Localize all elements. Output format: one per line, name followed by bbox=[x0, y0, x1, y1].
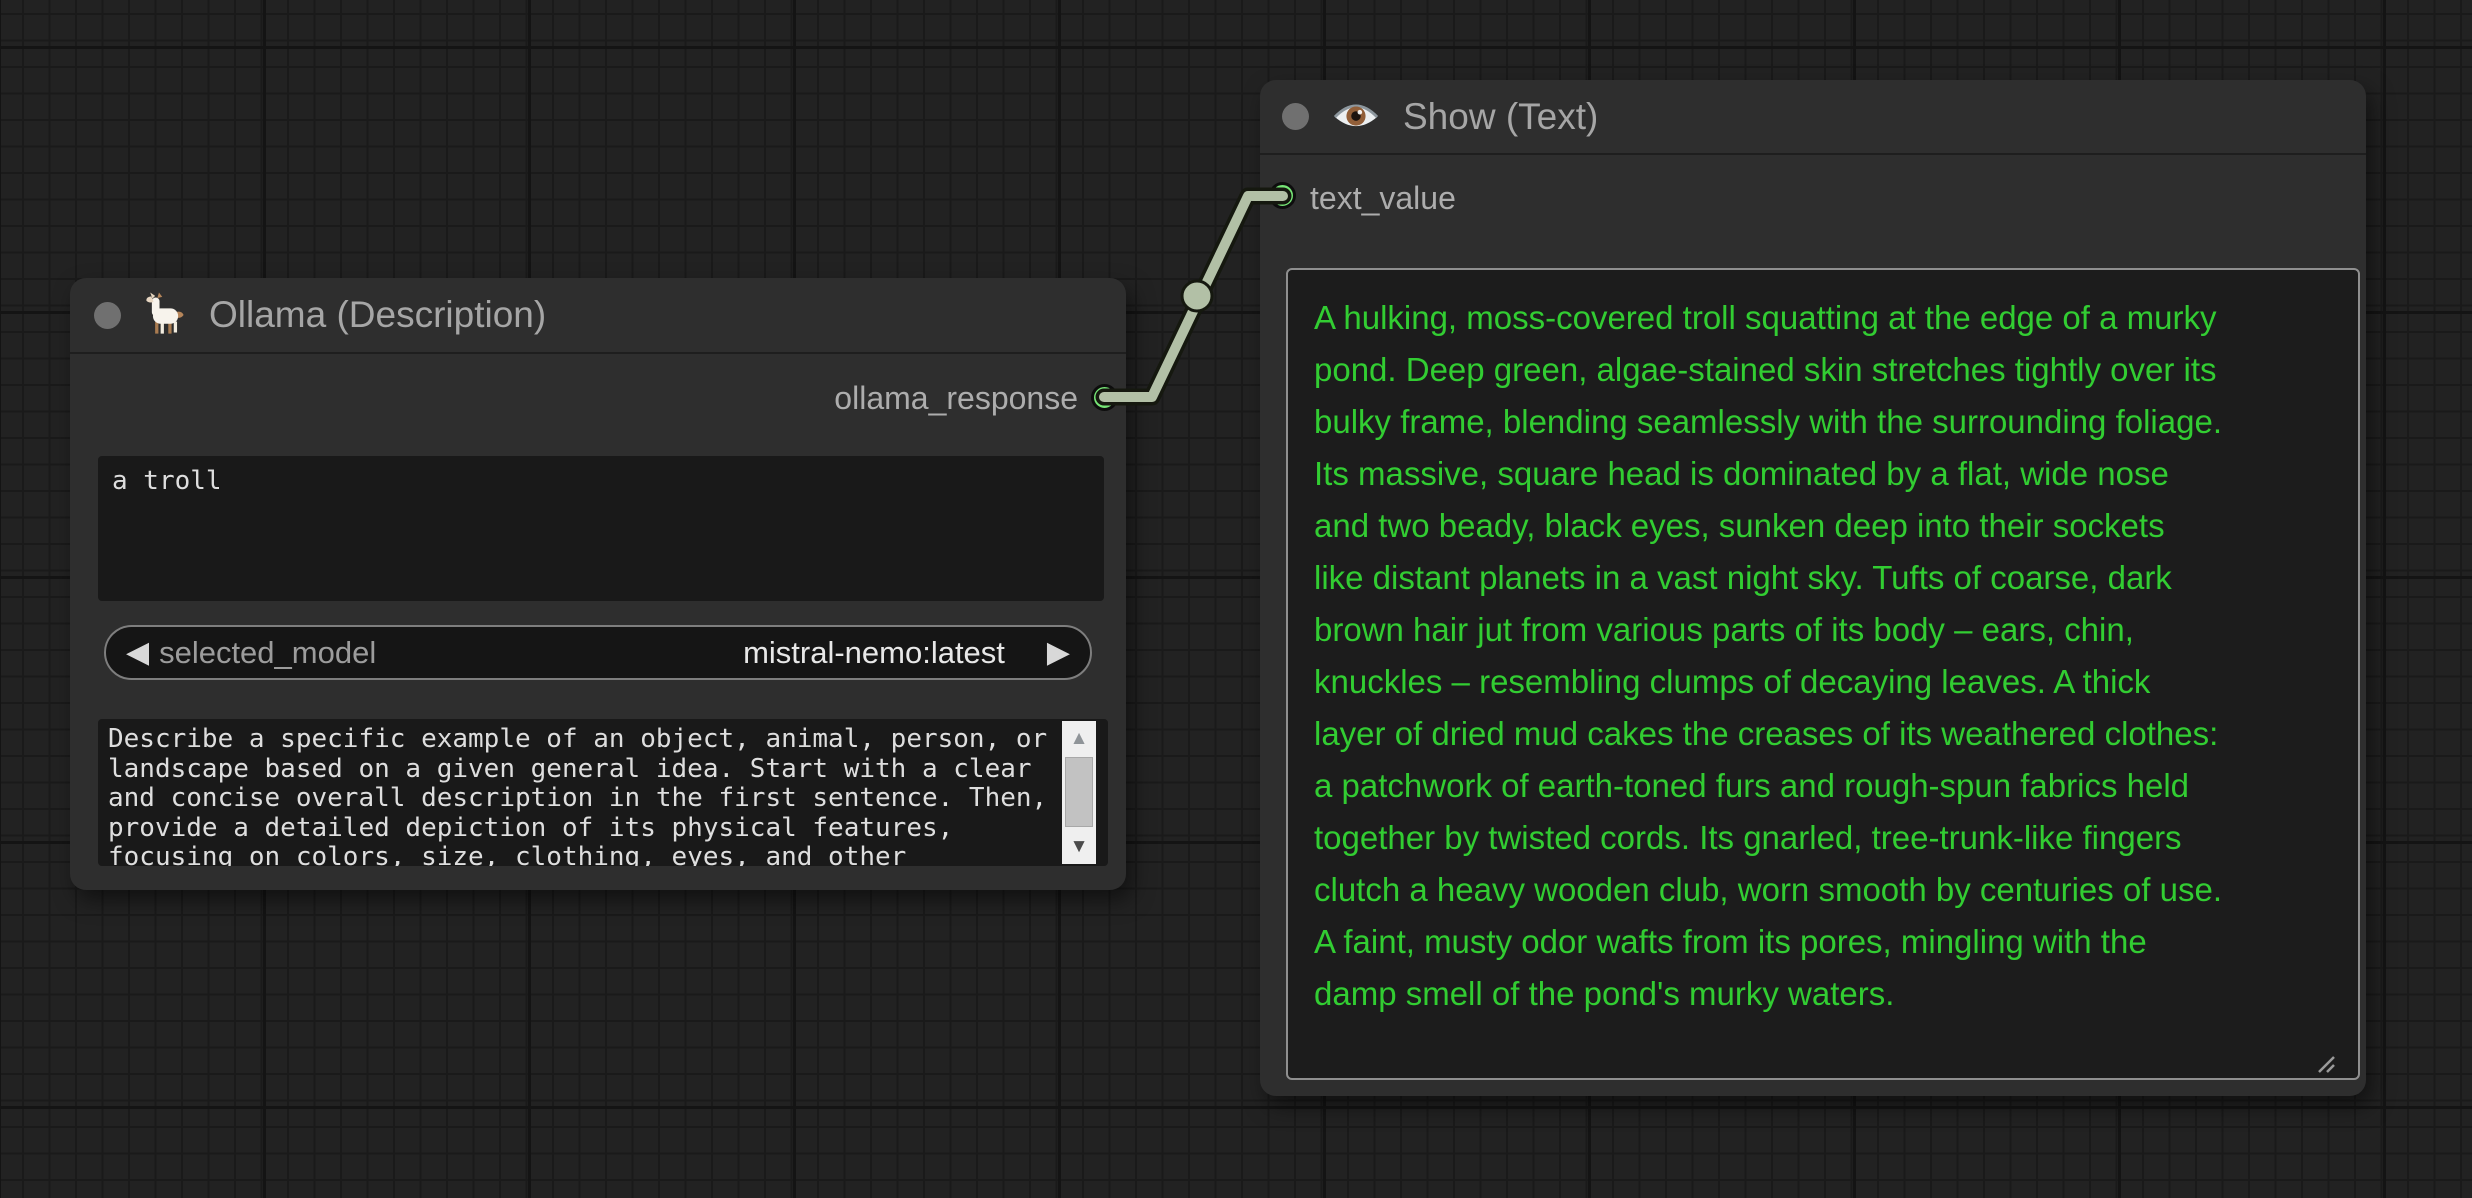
output-slot-ollama-response[interactable] bbox=[1091, 384, 1118, 411]
selected-model-combo[interactable]: ◀ selected_model mistral-nemo:latest ▶ bbox=[104, 625, 1092, 680]
input-slot-label: text_value bbox=[1310, 180, 1456, 216]
comfyui-canvas[interactable]: { "canvas": { "bg_color": "#222222", "gr… bbox=[0, 0, 2472, 1198]
combo-value: mistral-nemo:latest bbox=[743, 634, 1005, 670]
node-show-text[interactable]: Show (Text) text_value A hulking, moss-c… bbox=[1260, 80, 2366, 1096]
input-text-field[interactable]: a troll bbox=[98, 456, 1104, 601]
node-title-bar[interactable]: Show (Text) bbox=[1260, 80, 2366, 155]
scrollbar-thumb[interactable] bbox=[1065, 757, 1093, 827]
show-text-display[interactable]: A hulking, moss-covered troll squatting … bbox=[1286, 268, 2360, 1080]
node-title: Show (Text) bbox=[1403, 95, 1599, 137]
collapse-toggle[interactable] bbox=[1282, 103, 1309, 130]
prompt-text-field[interactable]: Describe a specific example of an object… bbox=[98, 719, 1108, 866]
link-midpoint-dot bbox=[1180, 279, 1214, 313]
node-ollama-description[interactable]: Ollama (Description) ollama_response a t… bbox=[70, 278, 1126, 890]
input-slot-text-value[interactable] bbox=[1269, 182, 1296, 209]
output-slot-label: ollama_response bbox=[834, 380, 1078, 416]
combo-label: selected_model bbox=[159, 634, 377, 670]
node-title-bar[interactable]: Ollama (Description) bbox=[70, 278, 1126, 354]
node-title: Ollama (Description) bbox=[209, 294, 547, 335]
combo-prev-arrow-icon[interactable]: ◀ bbox=[126, 637, 149, 668]
scroll-down-icon[interactable]: ▼ bbox=[1062, 837, 1096, 856]
prompt-scrollbar[interactable]: ▲ ▼ bbox=[1062, 721, 1096, 864]
llama-icon bbox=[143, 292, 187, 338]
scroll-up-icon[interactable]: ▲ bbox=[1062, 729, 1096, 748]
collapse-toggle[interactable] bbox=[94, 301, 121, 329]
eye-icon bbox=[1333, 101, 1379, 133]
combo-next-arrow-icon[interactable]: ▶ bbox=[1047, 637, 1070, 668]
resize-grip[interactable] bbox=[2314, 1052, 2336, 1079]
